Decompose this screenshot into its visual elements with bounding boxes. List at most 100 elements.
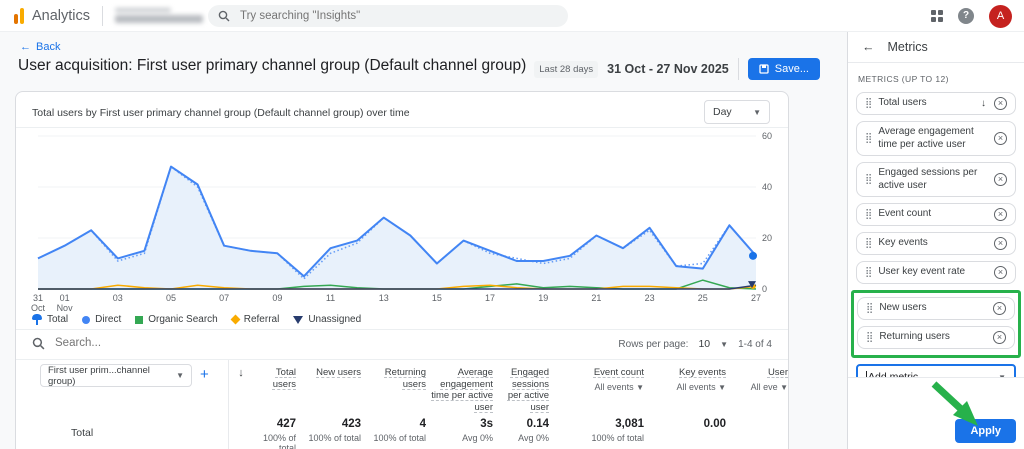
remove-metric-icon[interactable]: × [993,302,1006,315]
remove-metric-icon[interactable]: × [993,331,1006,344]
legend-square-icon [135,316,143,324]
sort-direction-icon[interactable]: ↓ [228,360,254,413]
y-tick-label: 20 [762,233,784,243]
remove-metric-icon[interactable]: × [994,173,1007,186]
metric-chip[interactable]: ⣿Total users↓× [856,92,1016,115]
drag-handle-icon[interactable]: ⣿ [866,332,873,343]
total-value-cell: 0.14Avg 0% [498,418,554,449]
total-row-label: Total [16,418,228,449]
panel-title: Metrics [888,40,928,54]
metric-chip[interactable]: ⣿Key events× [856,232,1016,255]
remove-metric-icon[interactable]: × [994,237,1007,250]
table-search[interactable] [32,336,253,350]
apply-button[interactable]: Apply [955,419,1016,443]
remove-metric-icon[interactable]: × [994,208,1007,221]
total-value-cell: 427100% of total [254,418,301,449]
metric-chip[interactable]: ⣿Event count× [856,203,1016,226]
legend-item: Referral [232,314,280,325]
help-icon[interactable]: ? [958,8,974,24]
legend-pin-icon [32,314,42,325]
remove-metric-icon[interactable]: × [994,132,1007,145]
account-selector-blurred[interactable] [115,8,203,23]
column-header[interactable]: Average engagement time per active user [431,360,498,413]
column-header[interactable]: Key eventsAll events ▼ [649,360,731,413]
table-total-row: Total 427100% of total423100% of total41… [16,418,788,449]
metrics-panel: ← Metrics METRICS (UP TO 12) ⣿Total user… [847,32,1024,449]
x-tick-label: 15 [424,293,450,303]
save-button[interactable]: Save... [748,58,820,80]
metric-chip[interactable]: ⣿User key event rate× [856,261,1016,284]
column-header[interactable]: Returning users [366,360,431,413]
rows-per-page-select[interactable]: 10 [698,338,710,350]
metrics-section-label: METRICS (UP TO 12) [858,74,1016,84]
x-tick-label: 07 [211,293,237,303]
avatar[interactable]: A [989,5,1012,28]
analytics-screen: Analytics ? A ← Back User acquisition: F… [0,0,1024,449]
metric-chip[interactable]: ⣿Average engagement time per active user… [856,121,1016,156]
apps-grid-icon[interactable] [931,10,943,22]
panel-back-arrow-icon[interactable]: ← [862,40,875,54]
total-value-cell [731,418,789,449]
drag-handle-icon[interactable]: ⣿ [865,133,872,144]
back-arrow-icon: ← [20,41,31,53]
drag-handle-icon[interactable]: ⣿ [865,209,872,220]
remove-metric-icon[interactable]: × [994,266,1007,279]
global-search-input[interactable] [238,9,558,23]
column-filter-select[interactable]: All events ▼ [649,382,726,394]
x-tick-label: 27 [743,293,769,303]
metric-chip[interactable]: ⣿New users× [857,297,1015,320]
legend-item: Total [32,314,68,325]
date-range-picker[interactable]: 31 Oct - 27 Nov 2025 [607,62,729,76]
x-tick-label: 19 [530,293,556,303]
legend-item: Organic Search [135,314,217,325]
table-header-row: First user prim...channel group) ▼ + ↓ T… [16,360,788,413]
metric-chip[interactable]: ⣿Returning users× [857,326,1015,349]
chart-legend: Total Direct Organic Search Referral Unassig… [32,314,361,325]
legend-item: Direct [82,314,121,325]
analytics-logo-icon [14,8,24,24]
time-series-chart [38,136,756,289]
remove-metric-icon[interactable]: × [994,97,1007,110]
column-header[interactable]: Total users [254,360,301,413]
legend-circle-icon [82,316,90,324]
drag-handle-icon[interactable]: ⣿ [866,303,873,314]
dimension-select[interactable]: First user prim...channel group) ▼ [40,364,192,387]
column-filter-select[interactable]: All events ▼ [554,382,644,394]
total-value-cell: 3sAvg 0% [431,418,498,449]
column-filter-select[interactable]: All eve ▼ [731,382,788,394]
column-header[interactable]: New users [301,360,366,413]
x-tick-label: 11 [318,293,344,303]
drag-handle-icon[interactable]: ⣿ [865,174,872,185]
x-tick-label: 17 [477,293,503,303]
table-search-input[interactable] [53,336,253,350]
back-button[interactable]: ← Back [20,41,60,53]
drag-handle-icon[interactable]: ⣿ [865,267,872,278]
add-dimension-button[interactable]: + [200,366,209,383]
drag-handle-icon[interactable]: ⣿ [865,238,872,249]
legend-item: Unassigned [293,314,361,325]
x-tick-label: 21 [583,293,609,303]
sort-descending-icon[interactable]: ↓ [981,98,986,109]
column-header[interactable]: Engaged sessions per active user [498,360,554,413]
global-search[interactable] [208,5,568,27]
chevron-down-icon[interactable]: ▼ [720,340,728,349]
column-header[interactable]: Event countAll events ▼ [554,360,649,413]
drag-handle-icon[interactable]: ⣿ [865,98,872,109]
granularity-select[interactable]: Day ▼ [704,100,770,124]
x-tick-label: 23 [637,293,663,303]
column-header[interactable]: UserAll eve ▼ [731,360,789,413]
search-icon [218,10,230,22]
x-tick-label: 25 [690,293,716,303]
date-preset-chip: Last 28 days [534,61,598,78]
x-tick-label: 03 [105,293,131,303]
metric-chip-list: ⣿Total users↓×⣿Average engagement time p… [856,92,1016,358]
search-icon [32,337,45,350]
x-tick-label: 09 [264,293,290,303]
legend-triangle-icon [293,316,303,324]
divider [102,6,103,26]
panel-footer: Apply [848,377,1024,449]
metric-chip[interactable]: ⣿Engaged sessions per active user× [856,162,1016,197]
rows-per-page-label: Rows per page: [618,339,688,350]
annotation-highlight-box: ⣿New users× ⣿Returning users× [851,290,1021,358]
x-tick-label: 13 [371,293,397,303]
